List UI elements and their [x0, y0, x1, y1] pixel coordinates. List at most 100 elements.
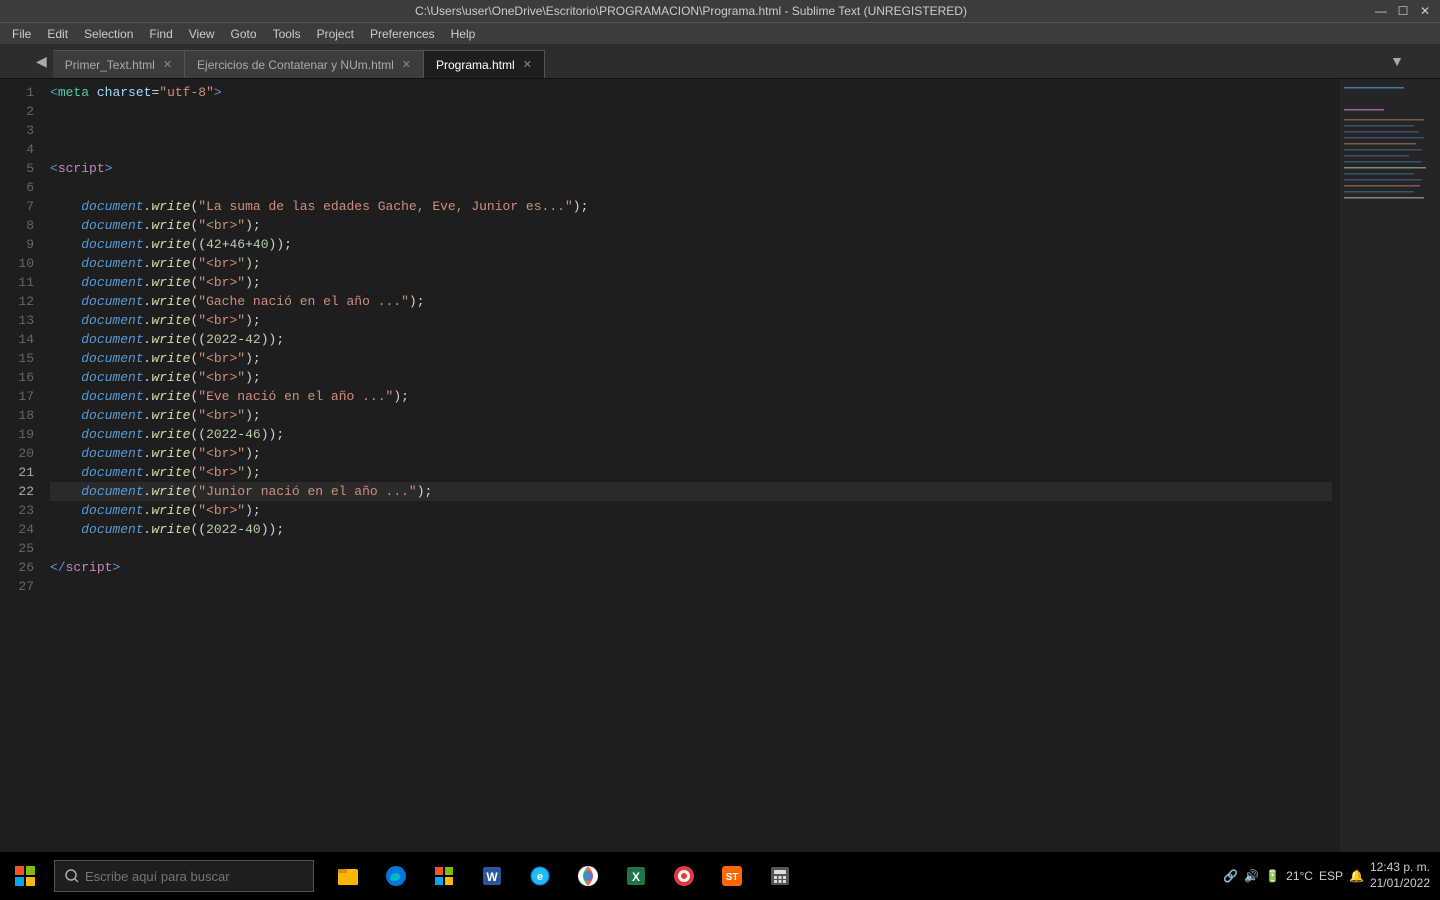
- title-bar-text: C:\Users\user\OneDrive\Escritorio\PROGRA…: [8, 4, 1374, 18]
- svg-text:X: X: [632, 870, 640, 884]
- taskbar-edge[interactable]: [374, 852, 418, 900]
- menu-view[interactable]: View: [181, 25, 223, 43]
- line-num-16: 16: [0, 368, 34, 387]
- svg-text:W: W: [486, 870, 498, 884]
- tab-primer-text-close[interactable]: ✕: [163, 58, 172, 71]
- menu-file[interactable]: File: [4, 25, 39, 43]
- tab-programa[interactable]: Programa.html ✕: [424, 50, 545, 78]
- tray-network-icon: 🔗: [1223, 869, 1238, 883]
- taskbar-excel[interactable]: X: [614, 852, 658, 900]
- tab-ejercicios[interactable]: Ejercicios de Contatenar y NUm.html ✕: [185, 50, 424, 78]
- minimap-svg: [1340, 79, 1440, 579]
- clock-time: 12:43 p. m.: [1370, 860, 1430, 874]
- clock-date: 21/01/2022: [1370, 876, 1430, 890]
- code-line-19: document.write((2022-46));: [50, 425, 1332, 444]
- tab-programa-label: Programa.html: [436, 58, 515, 72]
- taskbar-file-explorer[interactable]: [326, 852, 370, 900]
- maximize-button[interactable]: ☐: [1396, 4, 1410, 18]
- file-explorer-icon: [336, 864, 360, 888]
- code-line-5: <script>: [50, 159, 1332, 178]
- taskbar-sublime[interactable]: ST: [710, 852, 754, 900]
- code-area[interactable]: <meta charset="utf-8"> <script> document…: [42, 79, 1340, 875]
- search-bar[interactable]: [54, 860, 314, 892]
- code-line-2: [50, 102, 1332, 121]
- line-num-2: 2: [0, 102, 34, 121]
- code-line-25: [50, 539, 1332, 558]
- window-controls[interactable]: — ☐ ✕: [1374, 4, 1432, 18]
- menu-project[interactable]: Project: [309, 25, 362, 43]
- windows-icon: [15, 866, 35, 886]
- menu-selection[interactable]: Selection: [76, 25, 141, 43]
- code-line-8: document.write("<br>");: [50, 216, 1332, 235]
- tray-volume-icon: 🔊: [1244, 869, 1259, 883]
- minimize-button[interactable]: —: [1374, 4, 1388, 18]
- code-line-20: document.write("<br>");: [50, 444, 1332, 463]
- tab-overflow[interactable]: ▼: [1384, 53, 1410, 69]
- excel-icon: X: [624, 864, 648, 888]
- tray-battery-icon: 🔋: [1265, 869, 1280, 883]
- taskbar-chrome[interactable]: [566, 852, 610, 900]
- clock[interactable]: 12:43 p. m. 21/01/2022: [1370, 860, 1430, 891]
- line-num-10: 10: [0, 254, 34, 273]
- line-numbers: 1 2 3 4 5 6 7 8 9 10 11 12 13 14 15 16 1…: [0, 79, 42, 875]
- tab-primer-text[interactable]: Primer_Text.html ✕: [53, 50, 185, 78]
- taskbar-word[interactable]: W: [470, 852, 514, 900]
- minimap: [1340, 79, 1440, 875]
- line-num-3: 3: [0, 121, 34, 140]
- search-input[interactable]: [85, 869, 303, 884]
- svg-text:e: e: [537, 871, 543, 883]
- code-line-13: document.write("<br>");: [50, 311, 1332, 330]
- code-line-6: [50, 178, 1332, 197]
- taskbar-calculator[interactable]: [758, 852, 802, 900]
- menu-bar: File Edit Selection Find View Goto Tools…: [0, 22, 1440, 44]
- taskbar-icons: W e X: [326, 852, 802, 900]
- menu-find[interactable]: Find: [141, 25, 180, 43]
- line-num-25: 25: [0, 539, 34, 558]
- line-num-18: 18: [0, 406, 34, 425]
- system-tray: 🔗 🔊 🔋 21°C ESP 🔔 12:43 p. m. 21/01/2022: [1213, 860, 1440, 891]
- code-line-3: [50, 121, 1332, 140]
- code-line-21: document.write("<br>");: [50, 463, 1332, 482]
- taskbar-store[interactable]: [422, 852, 466, 900]
- word-icon: W: [480, 864, 504, 888]
- line-num-15: 15: [0, 349, 34, 368]
- menu-edit[interactable]: Edit: [39, 25, 76, 43]
- line-num-26: 26: [0, 558, 34, 577]
- close-button[interactable]: ✕: [1418, 4, 1432, 18]
- line-num-13: 13: [0, 311, 34, 330]
- menu-goto[interactable]: Goto: [223, 25, 265, 43]
- code-line-4: [50, 140, 1332, 159]
- line-num-27: 27: [0, 577, 34, 596]
- menu-help[interactable]: Help: [443, 25, 484, 43]
- taskbar-browser2[interactable]: [662, 852, 706, 900]
- tab-nav-left[interactable]: ◀: [30, 53, 53, 70]
- line-num-1: 1: [0, 83, 34, 102]
- calculator-icon: [768, 864, 792, 888]
- line-num-7: 7: [0, 197, 34, 216]
- line-num-5: 5: [0, 159, 34, 178]
- line-num-21: 21: [0, 463, 34, 482]
- code-line-18: document.write("<br>");: [50, 406, 1332, 425]
- tab-programa-close[interactable]: ✕: [523, 58, 532, 71]
- menu-tools[interactable]: Tools: [265, 25, 309, 43]
- code-line-23: document.write("<br>");: [50, 501, 1332, 520]
- line-num-8: 8: [0, 216, 34, 235]
- menu-preferences[interactable]: Preferences: [362, 25, 443, 43]
- tray-language: ESP: [1319, 869, 1343, 883]
- line-num-24: 24: [0, 520, 34, 539]
- browser2-icon: [672, 864, 696, 888]
- code-line-27: [50, 577, 1332, 596]
- sublime-icon: ST: [720, 864, 744, 888]
- code-line-14: document.write((2022-42));: [50, 330, 1332, 349]
- search-icon: [65, 869, 79, 883]
- svg-text:ST: ST: [726, 872, 739, 883]
- taskbar-ie[interactable]: e: [518, 852, 562, 900]
- tray-notifications-icon[interactable]: 🔔: [1349, 869, 1364, 883]
- line-num-9: 9: [0, 235, 34, 254]
- line-num-23: 23: [0, 501, 34, 520]
- start-button[interactable]: [0, 852, 50, 900]
- tab-ejercicios-close[interactable]: ✕: [402, 58, 411, 71]
- code-line-16: document.write("<br>");: [50, 368, 1332, 387]
- code-line-22: document.write("Junior nació en el año .…: [50, 482, 1332, 501]
- line-num-11: 11: [0, 273, 34, 292]
